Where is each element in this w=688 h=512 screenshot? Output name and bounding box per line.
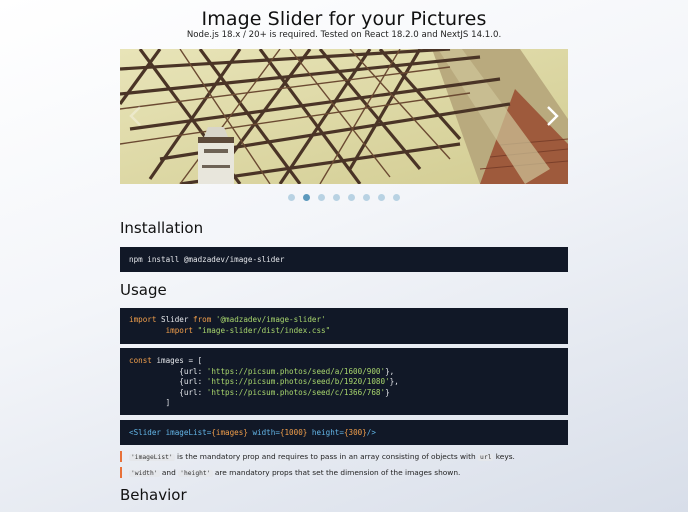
behavior-heading: Behavior <box>120 486 187 504</box>
inline-code: 'width' <box>129 470 160 477</box>
usage-heading: Usage <box>120 281 167 299</box>
code-key: url: <box>183 366 203 376</box>
code-url: 'https://picsum.photos/seed/c/1366/768' <box>206 387 386 397</box>
slide-image <box>120 49 568 184</box>
inline-code: 'height' <box>178 470 213 477</box>
code-jsx-prop: width= <box>252 428 280 437</box>
slider-dot[interactable] <box>348 194 355 201</box>
install-command: npm install @madzadev/image-slider <box>129 255 285 264</box>
note-text: keys. <box>493 452 515 461</box>
code-jsx-tag: /> <box>366 428 376 437</box>
jsx-code-block[interactable]: <Slider imageList={images} width={1000} … <box>120 420 568 445</box>
code-jsx-value: {300} <box>343 428 367 437</box>
code-keyword: const <box>129 356 152 365</box>
code-keyword: import <box>165 325 194 335</box>
code-text: images = [ <box>156 356 203 365</box>
code-url: 'https://picsum.photos/seed/a/1600/900' <box>206 366 386 376</box>
code-text: ] <box>165 398 171 408</box>
inline-code: 'imageList' <box>129 454 175 461</box>
code-key: url: <box>183 377 203 387</box>
code-jsx-value: {1000} <box>279 428 308 437</box>
code-url: 'https://picsum.photos/seed/b/1920/1080' <box>206 377 390 387</box>
import-code-block[interactable]: import Slider from '@madzadev/image-slid… <box>120 308 568 344</box>
slider-dot[interactable] <box>393 194 400 201</box>
slider-dot[interactable] <box>363 194 370 201</box>
code-string: "image-slider/dist/index.css" <box>197 325 331 335</box>
note-text: are mandatory props that set the dimensi… <box>212 468 461 477</box>
install-code-block[interactable]: npm install @madzadev/image-slider <box>120 247 568 272</box>
code-jsx-tag: <Slider <box>129 428 162 437</box>
chevron-left-icon[interactable] <box>126 104 146 128</box>
code-key: url: <box>183 387 203 397</box>
slider-dot[interactable] <box>288 194 295 201</box>
installation-heading: Installation <box>120 219 204 237</box>
slider-dots <box>120 194 568 201</box>
code-jsx-prop: imageList= <box>165 428 212 437</box>
note-imagelist: 'imageList' is the mandatory prop and re… <box>120 451 568 462</box>
slider-dot-active[interactable] <box>303 194 310 201</box>
slider-dot[interactable] <box>333 194 340 201</box>
inline-code: url <box>478 454 494 461</box>
code-keyword: from <box>193 315 212 324</box>
code-jsx-prop: height= <box>311 428 344 437</box>
page-subtitle: Node.js 18.x / 20+ is required. Tested o… <box>186 30 502 40</box>
slider-dot[interactable] <box>378 194 385 201</box>
images-code-block[interactable]: const images = [ {url: 'https://picsum.p… <box>120 348 568 415</box>
note-text: is the mandatory prop and requires to pa… <box>174 452 479 461</box>
note-dimensions: 'width' and 'height' are mandatory props… <box>120 467 568 478</box>
page-title: Image Slider for your Pictures <box>201 8 487 30</box>
slider-dot[interactable] <box>318 194 325 201</box>
image-slider[interactable] <box>120 49 568 184</box>
note-text: and <box>159 468 179 477</box>
code-identifier: Slider <box>161 315 189 324</box>
code-string: '@madzadev/image-slider' <box>215 315 326 324</box>
code-keyword: import <box>129 315 157 324</box>
code-jsx-value: {images} <box>211 428 248 437</box>
chevron-right-icon[interactable] <box>542 104 562 128</box>
